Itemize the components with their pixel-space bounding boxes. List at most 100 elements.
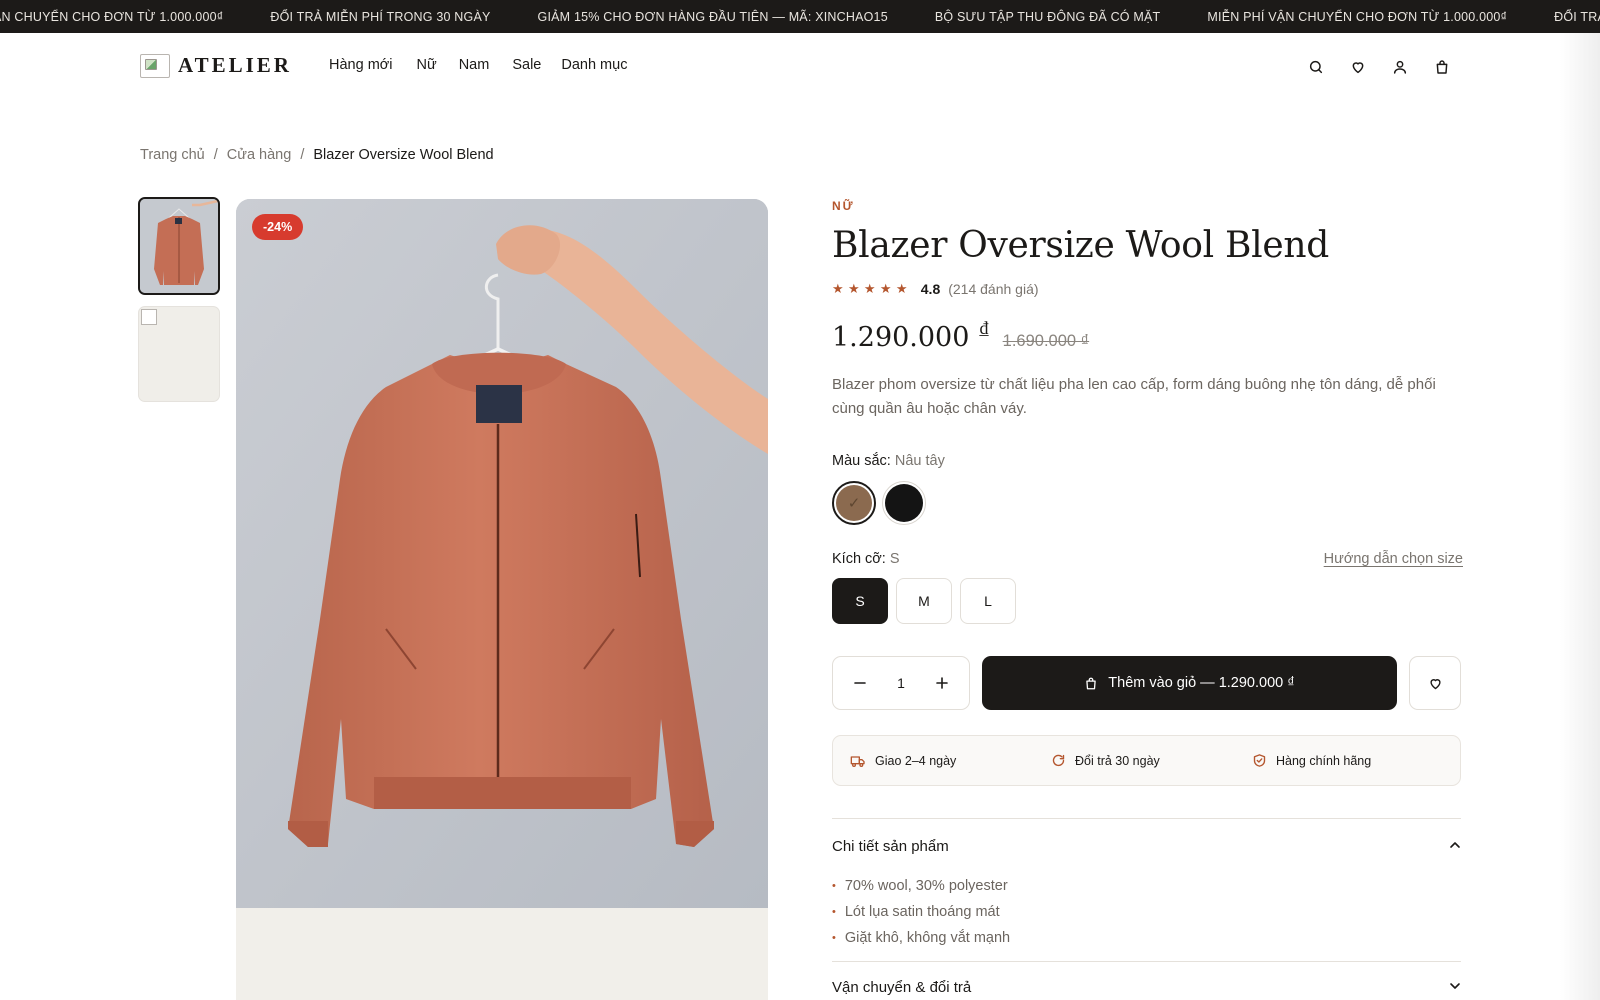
nav-item-women[interactable]: Nữ: [417, 57, 437, 73]
product-description: Blazer phom oversize từ chất liệu pha le…: [832, 376, 1436, 417]
breadcrumb-separator: /: [300, 147, 305, 163]
logo[interactable]: ATELIER: [140, 53, 292, 78]
size-label-row: Kích cỡ: S Hướng dẫn chọn size: [832, 551, 1463, 567]
plus-icon[interactable]: [931, 672, 953, 694]
detail-text: Giặt khô, không vắt mạnh: [844, 930, 1011, 946]
nav-item-men[interactable]: Nam: [459, 57, 490, 73]
check-icon: ✓: [836, 485, 872, 521]
details-list: • 70% wool, 30% polyester • Lót lụa satin …: [832, 873, 1461, 961]
bullet-icon: •: [832, 880, 836, 892]
star-icon: ★: [847, 281, 860, 296]
wishlist-button[interactable]: [1409, 656, 1461, 710]
details-accordion-header[interactable]: Chi tiết sản phẩm: [832, 819, 1461, 873]
quantity-value[interactable]: 1: [897, 675, 905, 691]
price-currency: ₫: [979, 318, 989, 339]
bullet-icon: •: [832, 906, 836, 918]
truck-icon: [850, 754, 866, 768]
perks-bar: Giao 2–4 ngày Đổi trả 30 ngày Hàng chính…: [832, 735, 1461, 786]
perk-delivery: Giao 2–4 ngày: [850, 754, 1051, 768]
perk-authentic-label: Hàng chính hãng: [1276, 753, 1372, 768]
size-options: S M L: [832, 578, 1461, 624]
announcement-message: MIỄN PHÍ VẬN CHUYỂN CHO ĐƠN TỪ 1.000.000…: [1207, 9, 1508, 24]
perk-returns-label: Đổi trả 30 ngày: [1075, 753, 1160, 768]
size-label: Kích cỡ:: [832, 551, 886, 567]
shield-check-icon: [1252, 753, 1267, 768]
color-swatch-black[interactable]: [882, 481, 926, 525]
details-accordion: Chi tiết sản phẩm • 70% wool, 30% polyest…: [832, 818, 1461, 1000]
size-option-s[interactable]: S: [832, 578, 888, 624]
list-item: • 70% wool, 30% polyester: [832, 873, 1461, 899]
logo-image-icon: [140, 53, 170, 78]
breadcrumb-shop[interactable]: Cửa hàng: [227, 147, 292, 163]
list-item: • Giặt khô, không vắt mạnh: [832, 925, 1461, 951]
user-icon[interactable]: [1388, 55, 1412, 79]
color-swatches: ✓: [832, 481, 1461, 525]
rating-stars: ★ ★ ★ ★ ★: [832, 281, 912, 297]
buy-row: 1 Thêm vào giỏ — 1.290.000 ₫: [832, 656, 1461, 710]
size-option-m[interactable]: M: [896, 578, 952, 624]
thumbnail-placeholder[interactable]: [138, 306, 220, 402]
breadcrumb-current: Blazer Oversize Wool Blend: [313, 147, 494, 163]
perk-delivery-label: Giao 2–4 ngày: [875, 753, 957, 768]
announcement-message: BỘ SƯU TẬP THU ĐÔNG ĐÃ CÓ MẶT: [934, 9, 1161, 24]
product-rating[interactable]: ★ ★ ★ ★ ★ 4.8 (214 đánh giá): [832, 281, 1461, 297]
color-swatch-brown[interactable]: ✓: [832, 481, 876, 525]
product-title: Blazer Oversize Wool Blend: [832, 225, 1329, 266]
chevron-down-icon: [1449, 979, 1461, 996]
shipping-accordion-header[interactable]: Vận chuyển & đổi trả: [832, 962, 1461, 1000]
detail-text: 70% wool, 30% polyester: [844, 878, 1008, 894]
discount-badge: -24%: [252, 214, 304, 240]
add-to-cart-button[interactable]: Thêm vào giỏ — 1.290.000 ₫: [982, 656, 1397, 710]
size-guide-link[interactable]: Hướng dẫn chọn size: [1324, 551, 1463, 567]
header-actions: [1304, 55, 1472, 79]
search-icon[interactable]: [1304, 55, 1328, 79]
broken-image-icon: [141, 309, 157, 325]
product-image: -24%: [236, 199, 768, 1000]
announcement-bar: ẬN CHUYỂN CHO ĐƠN TỪ 1.000.000₫ ĐỔI TRẢ …: [0, 0, 1600, 33]
minus-icon[interactable]: [849, 672, 871, 694]
site-header: ATELIER Hàng mới Nữ Nam Sale Danh mục: [0, 33, 1600, 99]
breadcrumb-home[interactable]: Trang chủ: [140, 147, 205, 163]
star-icon: ★: [879, 281, 892, 296]
product-photo: [236, 199, 768, 908]
chevron-up-icon: [1449, 838, 1461, 855]
size-selected-value: S: [889, 551, 900, 567]
nav-item-new[interactable]: Hàng mới: [329, 57, 393, 73]
bag-icon[interactable]: [1430, 55, 1454, 79]
current-price: 1.290.000: [832, 322, 970, 353]
nav-item-sale[interactable]: Sale: [512, 57, 541, 73]
rating-count: (214 đánh giá): [948, 281, 1039, 297]
shipping-accordion-title: Vận chuyển & đổi trả: [832, 978, 972, 996]
breadcrumb-separator: /: [213, 147, 218, 163]
list-item: • Lót lụa satin thoáng mát: [832, 899, 1461, 925]
refresh-icon: [1051, 753, 1066, 768]
add-to-cart-label: Thêm vào giỏ — 1.290.000 ₫: [1108, 675, 1295, 691]
thumbnail-list: [138, 197, 222, 413]
quantity-stepper: 1: [832, 656, 970, 710]
color-selected-value: Nâu tây: [894, 453, 945, 469]
nav-item-categories[interactable]: Danh mục: [561, 57, 627, 73]
product-info: NỮ Blazer Oversize Wool Blend ★ ★ ★ ★ ★ …: [832, 199, 1463, 1000]
announcement-message: ĐỔI TRẢ: [1554, 9, 1600, 24]
original-price: 1.690.000 ₫: [1002, 332, 1090, 350]
star-icon: ★: [895, 281, 908, 296]
star-icon: ★: [832, 281, 844, 296]
star-icon: ★: [863, 281, 876, 296]
perk-authentic: Hàng chính hãng: [1252, 753, 1453, 768]
swatch-dot: [885, 484, 923, 522]
bag-icon: [1084, 676, 1098, 691]
color-selector: Màu sắc: Nâu tây ✓: [832, 453, 1461, 525]
thumbnail-jacket[interactable]: [138, 197, 220, 295]
scrollbar-edge: [1560, 33, 1600, 1000]
size-option-l[interactable]: L: [960, 578, 1016, 624]
main-nav: Hàng mới Nữ Nam Sale Danh mục: [329, 57, 651, 73]
announcement-message: ẬN CHUYỂN CHO ĐƠN TỪ 1.000.000₫: [0, 9, 224, 24]
perk-returns: Đổi trả 30 ngày: [1051, 753, 1252, 768]
color-label-row: Màu sắc: Nâu tây: [832, 453, 1461, 469]
detail-text: Lót lụa satin thoáng mát: [844, 904, 1000, 920]
product-category[interactable]: NỮ: [832, 199, 1461, 213]
heart-icon[interactable]: [1346, 55, 1370, 79]
details-accordion-title: Chi tiết sản phẩm: [832, 837, 949, 855]
announcement-track: ẬN CHUYỂN CHO ĐƠN TỪ 1.000.000₫ ĐỔI TRẢ …: [0, 0, 1600, 33]
announcement-message: ĐỔI TRẢ MIỄN PHÍ TRONG 30 NGÀY: [270, 9, 491, 24]
